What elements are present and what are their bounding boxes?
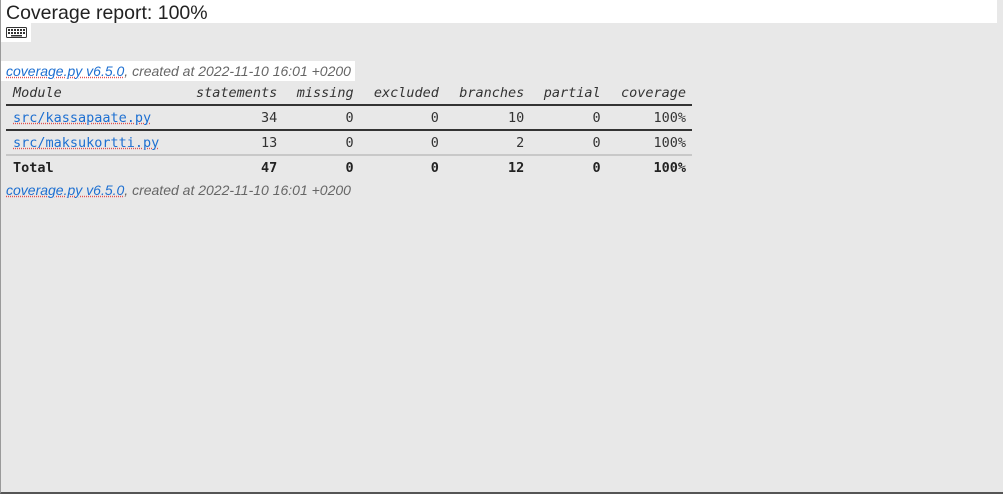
partial-cell: 0 [530,105,607,131]
page-title: Coverage report: 100% [6,2,208,24]
module-link[interactable]: src/maksukortti.py [13,135,159,151]
keyboard-button[interactable] [1,23,31,42]
column-header-branches[interactable]: branches [444,82,531,106]
table-row: src/kassapaate.py 34 0 0 10 0 100% [6,105,692,131]
total-statements: 47 [260,159,278,176]
total-partial: 0 [592,159,601,176]
statements-cell: 13 [180,130,284,156]
table-header-row: Module statements missing excluded branc… [6,82,692,106]
column-header-statements[interactable]: statements [180,82,284,106]
created-info-bottom: coverage.py v6.5.0, created at 2022-11-1… [1,180,351,200]
total-excluded: 0 [430,159,439,176]
branches-cell: 2 [444,130,531,156]
coverage-tool-link[interactable]: coverage.py v6.5.0 [6,63,124,79]
total-branches: 12 [507,159,525,176]
column-header-module[interactable]: Module [6,82,181,106]
column-header-coverage[interactable]: coverage [606,82,692,106]
coverage-tool-link[interactable]: coverage.py v6.5.0 [6,182,124,198]
branches-cell: 10 [444,105,531,131]
missing-cell: 0 [283,130,360,156]
excluded-cell: 0 [359,130,445,156]
total-coverage: 100% [653,159,686,176]
partial-cell: 0 [530,130,607,156]
excluded-cell: 0 [359,105,445,131]
statements-cell: 34 [180,105,284,131]
table-row: src/maksukortti.py 13 0 0 2 0 100% [6,130,692,156]
coverage-cell: 100% [606,130,692,156]
module-link[interactable]: src/kassapaate.py [13,110,151,126]
total-row: Total 47 0 0 12 0 100% [6,155,692,179]
coverage-table: Module statements missing excluded branc… [6,82,692,179]
created-text: , created at 2022-11-10 16:01 +0200 [124,63,351,79]
module-cell: src/maksukortti.py [6,130,181,156]
column-header-missing[interactable]: missing [283,82,360,106]
total-missing: 0 [345,159,354,176]
total-label: Total [13,159,54,176]
column-header-excluded[interactable]: excluded [359,82,445,106]
header-bar: Coverage report: 100% [1,0,997,24]
coverage-cell: 100% [606,105,692,131]
created-info-top: coverage.py v6.5.0, created at 2022-11-1… [1,61,355,81]
column-header-partial[interactable]: partial [530,82,607,106]
keyboard-icon [6,27,27,38]
missing-cell: 0 [283,105,360,131]
module-cell: src/kassapaate.py [6,105,181,131]
created-text: , created at 2022-11-10 16:01 +0200 [124,182,351,198]
